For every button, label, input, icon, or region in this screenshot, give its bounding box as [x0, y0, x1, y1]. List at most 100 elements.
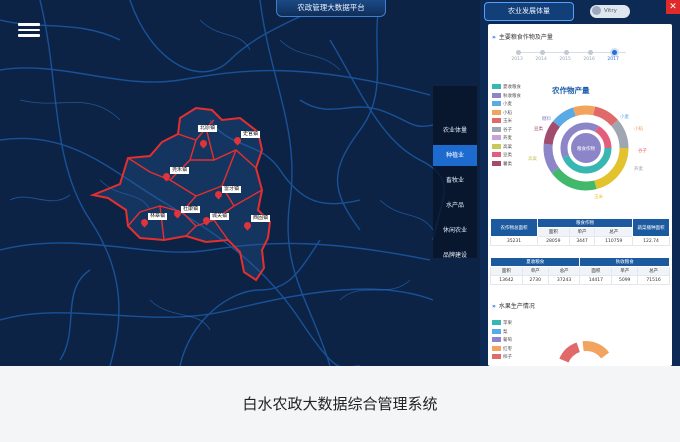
panel-header: 农业发展体量 Vitry ✕	[480, 0, 680, 22]
table-row: 35231 28059 3447 110759 122.74	[490, 236, 670, 246]
section-title-crops: » 主要粮食作物及产量	[492, 34, 553, 41]
legend-item: 柿子	[492, 354, 512, 363]
timeline-year[interactable]: 2014	[535, 57, 546, 62]
donut-label: 小麦	[620, 113, 629, 120]
table-header: 夏收粮食	[489, 257, 581, 267]
legend-item: 秋收粮食	[492, 92, 521, 102]
menu-icon[interactable]	[16, 20, 42, 40]
table-cell: 3447	[568, 236, 596, 246]
table-subheader: 总产	[547, 266, 581, 276]
legend-item: 红枣	[492, 345, 512, 355]
legend-swatch	[492, 101, 501, 106]
legend-swatch	[492, 84, 501, 89]
sidebar-item-agri-volume[interactable]: 农业体量	[433, 120, 477, 141]
table-subheader: 总产	[594, 227, 633, 237]
town-label-yaohe[interactable]: 尧禾镇	[170, 167, 190, 174]
legend-item: 玉米	[492, 118, 521, 127]
table-cell: 2730	[521, 275, 549, 285]
legend-swatch	[492, 152, 501, 157]
table-subheader: 单产	[611, 266, 639, 276]
legend-swatch	[492, 118, 501, 123]
donut-label: 高粱	[528, 155, 537, 162]
table-cell: 13642	[490, 275, 523, 285]
table-cell: 71516	[637, 275, 670, 285]
town-label-leiya[interactable]: 雷牙镇	[222, 186, 242, 193]
crop-legend: 夏收粮食 秋收粮食 小麦 小稻 玉米 谷子 荞麦 高粱 豆类 薯类	[492, 84, 521, 169]
donut-label: 谷子	[638, 147, 647, 154]
legend-swatch	[492, 337, 501, 342]
sidebar-item-leisure-agri[interactable]: 休闲农业	[433, 220, 477, 241]
grain-harvest-table: 夏收粮食 秋收粮食 面积 单产 总产 面积 单产 总产 13642 2730 3…	[489, 257, 670, 285]
legend-swatch	[492, 328, 501, 334]
donut-label: 糖料	[542, 115, 551, 122]
donut-label: 豆类	[534, 125, 543, 132]
legend-swatch	[492, 354, 501, 359]
legend-swatch	[492, 160, 501, 166]
table-cell: 35231	[490, 236, 538, 246]
year-timeline: 2013 2014 2015 2016 2017	[511, 50, 626, 62]
timeline-year[interactable]: 2013	[511, 57, 522, 62]
table-subheader: 单产	[521, 266, 549, 276]
timeline-dot-2013[interactable]	[516, 50, 521, 55]
table-subheader: 单产	[568, 227, 596, 237]
legend-swatch	[492, 143, 501, 149]
donut-center-label: 粮食作物	[577, 145, 595, 152]
legend-item: 荞麦	[492, 135, 521, 144]
table-cell: 37243	[547, 275, 581, 285]
legend-item: 葡萄	[492, 337, 512, 346]
town-label-shiguan[interactable]: 史官镇	[241, 131, 261, 138]
timeline-dot-2017[interactable]	[612, 50, 617, 55]
sidebar-item-livestock[interactable]: 畜牧业	[433, 170, 477, 191]
donut-label: 玉米	[594, 193, 603, 200]
legend-item: 梨	[492, 328, 512, 338]
table-header: 秋收粮食	[579, 257, 670, 267]
timeline-year[interactable]: 2015	[559, 57, 570, 62]
sidebar-item-aquatic[interactable]: 水产品	[433, 195, 477, 216]
legend-swatch	[492, 320, 501, 325]
legend-item: 薯类	[492, 160, 521, 170]
category-sidebar: 农业体量 种植业 畜牧业 水产品 休闲农业 品牌建设	[433, 86, 477, 259]
table-header: 蔬菜播种面积	[632, 218, 670, 237]
crop-donut-chart[interactable]: 粮食作物 糖料 豆类 小麦 小稻 谷子 荞麦 高粱 玉米	[528, 94, 672, 214]
legend-swatch	[492, 126, 501, 132]
double-chevron-icon: »	[492, 303, 496, 310]
timeline-dot-2014[interactable]	[540, 50, 545, 55]
legend-swatch	[492, 135, 501, 140]
table-subheader: 面积	[537, 227, 570, 237]
data-panel: 农业发展体量 Vitry ✕ » 主要粮食作物及产量 2013 2014 2015…	[480, 0, 680, 366]
timeline-year[interactable]: 2016	[583, 57, 594, 62]
sidebar-item-brand[interactable]: 品牌建设	[433, 245, 477, 266]
table-row: 13642 2730 37243 14417 5099 71516	[490, 275, 670, 285]
town-label-beiyuan[interactable]: 北原镇	[198, 125, 218, 132]
table-cell: 14417	[579, 275, 613, 285]
table-header: 农作物总面积	[490, 218, 538, 237]
legend-swatch	[492, 345, 501, 351]
table-header: 粮食作物	[537, 218, 633, 228]
user-badge[interactable]: Vitry	[590, 5, 630, 18]
town-label-dukang[interactable]: 杜康镇	[181, 206, 201, 213]
double-chevron-icon: »	[492, 34, 496, 41]
timeline-dot-2015[interactable]	[564, 50, 569, 55]
table-subheader: 面积	[579, 266, 613, 276]
tab-agri-development[interactable]: 农业发展体量	[484, 2, 574, 21]
section-title-fruit: » 水果生产情况	[492, 303, 535, 310]
legend-item: 谷子	[492, 126, 521, 136]
platform-title: 农政管理大数据平台	[276, 0, 386, 17]
town-label-chengguan[interactable]: 城关镇	[210, 213, 230, 220]
donut-label: 荞麦	[634, 165, 643, 172]
sidebar-item-planting[interactable]: 种植业	[433, 145, 477, 166]
crop-area-table: 农作物总面积 粮食作物 蔬菜播种面积 面积 单产 总产 35231 28059 …	[490, 218, 670, 246]
system-caption: 白水农政大数据综合管理系统	[242, 395, 438, 413]
timeline-year[interactable]: 2017	[607, 57, 618, 62]
town-label-lingao[interactable]: 林皋镇	[148, 213, 168, 220]
town-label-xigu[interactable]: 西固镇	[251, 215, 271, 222]
table-cell: 28059	[537, 236, 570, 246]
timeline-dot-2016[interactable]	[588, 50, 593, 55]
close-icon[interactable]: ✕	[666, 0, 680, 14]
table-subheader: 面积	[490, 266, 523, 276]
fruit-legend: 苹果 梨 葡萄 红枣 柿子	[492, 320, 512, 363]
legend-item: 小稻	[492, 109, 521, 119]
table-cell: 110759	[594, 236, 633, 246]
fruit-donut-chart[interactable]	[528, 336, 672, 366]
panel-body[interactable]: » 主要粮食作物及产量 2013 2014 2015 2016 2017 夏收粮食…	[488, 24, 672, 366]
